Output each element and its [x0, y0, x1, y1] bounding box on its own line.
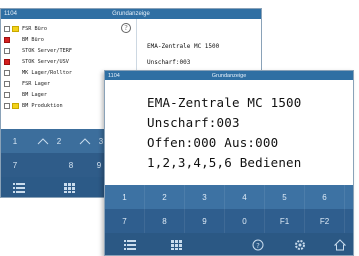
keypad-key[interactable]: 1: [3, 129, 27, 153]
zone-label: BM Produktion: [22, 102, 63, 109]
zone-checkbox[interactable]: [4, 58, 10, 65]
front-keypad: 1 2 3 4 5 6 7 8 9 0 F1 F2: [105, 185, 353, 233]
svg-text:?: ?: [256, 242, 260, 250]
zone-checkbox[interactable]: [4, 36, 10, 43]
zone-status-marker: [12, 92, 19, 98]
home-icon[interactable]: [325, 233, 353, 255]
zone-checkbox[interactable]: [4, 47, 10, 54]
back-display-line-2: Unscharf:003: [147, 59, 191, 66]
keypad-key[interactable]: 4: [225, 185, 265, 209]
zone-label: MK Lager/Rolltor: [22, 69, 72, 76]
back-display-line-1: EMA-Zentrale MC 1500: [147, 43, 220, 50]
keypad-key[interactable]: 6: [305, 185, 345, 209]
zone-checkbox[interactable]: [4, 91, 10, 98]
zone-list-item[interactable]: BM Büro: [1, 34, 136, 45]
front-bottom-bar: ?: [105, 233, 353, 255]
zone-status-marker: [12, 59, 19, 65]
front-title-text: Grundanzeige: [211, 72, 247, 79]
zone-checkbox[interactable]: [4, 25, 10, 32]
keypad-key[interactable]: 5: [265, 185, 305, 209]
front-title-bar: 1104 Grundanzeige: [105, 71, 353, 80]
zone-list-item[interactable]: FSR Büro: [1, 23, 136, 34]
keypad-key[interactable]: 3: [185, 185, 225, 209]
keypad-key[interactable]: F2: [305, 209, 345, 233]
front-keypad-row-2: 7 8 9 0 F1 F2: [105, 209, 353, 233]
display-line-4: 1,2,3,4,5,6 Bedienen: [147, 155, 302, 170]
keypad-key[interactable]: 2: [145, 185, 185, 209]
zone-status-marker: [12, 25, 19, 32]
zone-label: FSR Büro: [22, 25, 47, 32]
zone-label: STOK Server/TERF: [22, 47, 72, 54]
zone-label: BM Büro: [22, 36, 44, 43]
back-title-text: Grundanzeige: [112, 11, 150, 17]
keypad-key[interactable]: 7: [3, 153, 27, 177]
zone-checkbox[interactable]: [4, 80, 10, 87]
keypad-key[interactable]: 1: [105, 185, 145, 209]
zone-status-marker: [12, 102, 19, 109]
keypad-key[interactable]: 8: [145, 209, 185, 233]
back-title-bar: 1104 Grundanzeige: [1, 9, 261, 19]
zone-label: STOK Server/USV: [22, 58, 69, 65]
zone-label: FSR Lager: [22, 80, 51, 87]
display-line-1: EMA-Zentrale MC 1500: [147, 95, 302, 110]
zone-status-marker: [12, 48, 19, 54]
zone-checkbox[interactable]: [4, 102, 10, 109]
zone-status-marker: [12, 81, 19, 87]
settings-icon[interactable]: [285, 233, 315, 255]
grid-icon[interactable]: [161, 233, 191, 255]
front-keypad-row-1: 1 2 3 4 5 6: [105, 185, 353, 209]
info-icon[interactable]: ?: [121, 23, 131, 33]
list-icon[interactable]: [7, 177, 31, 197]
display-line-3: Offen:000 Aus:000: [147, 135, 279, 150]
keypad-key[interactable]: 8: [59, 153, 83, 177]
help-icon[interactable]: ?: [243, 233, 273, 255]
list-icon[interactable]: [115, 233, 145, 255]
keypad-key[interactable]: 9: [185, 209, 225, 233]
keypad-key[interactable]: 7: [105, 209, 145, 233]
zone-list-item[interactable]: STOK Server/TERF: [1, 45, 136, 56]
front-terminal-window: 1104 Grundanzeige EMA-Zentrale MC 1500 U…: [104, 70, 354, 256]
grid-icon[interactable]: [57, 177, 81, 197]
keypad-key[interactable]: F1: [265, 209, 305, 233]
zone-status-marker: [12, 70, 19, 76]
keypad-key[interactable]: 0: [225, 209, 265, 233]
zone-list-item[interactable]: STOK Server/USV: [1, 56, 136, 67]
keypad-key[interactable]: 2: [47, 129, 71, 153]
display-line-2: Unscharf:003: [147, 115, 240, 130]
zone-checkbox[interactable]: [4, 69, 10, 76]
zone-label: BM Lager: [22, 91, 47, 98]
zone-status-marker: [12, 37, 19, 43]
